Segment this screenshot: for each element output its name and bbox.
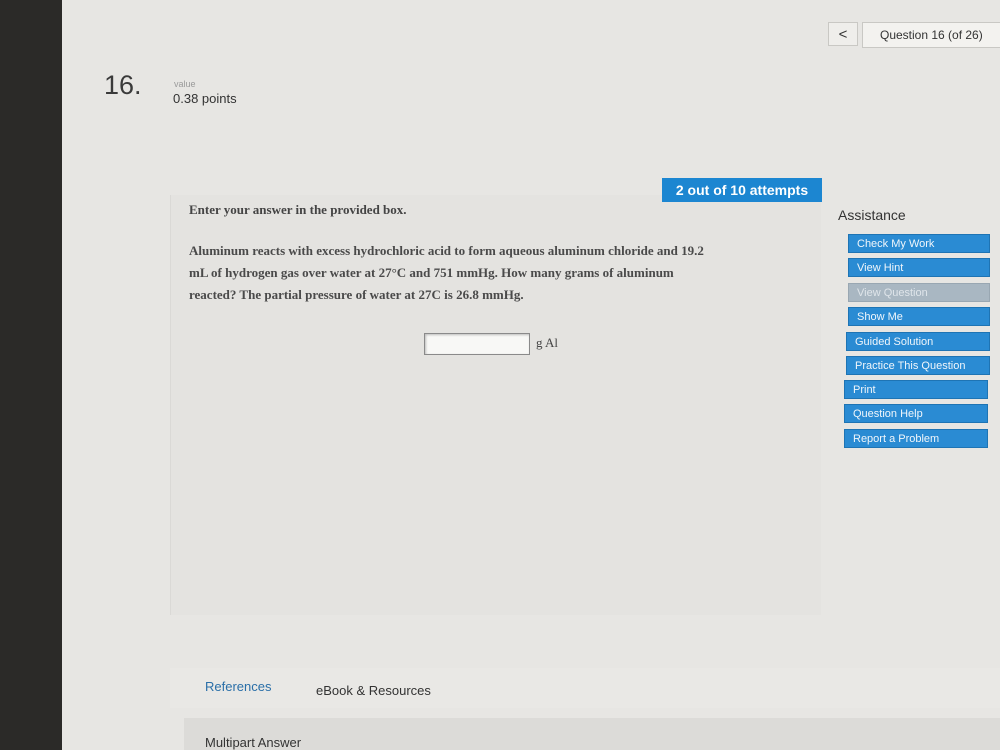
attempts-badge: 2 out of 10 attempts — [662, 178, 822, 202]
question-help-button[interactable]: Question Help — [844, 404, 988, 423]
multipart-answer-bar — [184, 718, 1000, 750]
chevron-left-icon: < — [838, 26, 848, 43]
guided-solution-button[interactable]: Guided Solution — [846, 332, 990, 351]
show-me-button[interactable]: Show Me — [848, 307, 990, 326]
practice-this-question-button[interactable]: Practice This Question — [846, 356, 990, 375]
question-number: 16. — [104, 70, 142, 100]
assistance-title: Assistance — [838, 207, 906, 223]
resource-tabs-bar — [170, 668, 1000, 708]
tab-references[interactable]: References — [205, 679, 271, 694]
report-a-problem-button[interactable]: Report a Problem — [844, 429, 988, 448]
top-navigation: < Question 16 (of 26) — [62, 0, 1000, 62]
answer-unit: g Al — [536, 335, 559, 350]
view-question-button: View Question — [848, 283, 990, 302]
question-line: reacted? The partial pressure of water a… — [189, 287, 524, 302]
question-line: mL of hydrogen gas over water at 27°C an… — [189, 265, 674, 280]
points-value: 0.38 points — [173, 91, 237, 106]
answer-input[interactable] — [424, 333, 530, 355]
question-line: Aluminum reacts with excess hydrochloric… — [189, 243, 704, 258]
tab-ebook-resources[interactable]: eBook & Resources — [316, 683, 431, 698]
check-my-work-button[interactable]: Check My Work — [848, 234, 990, 253]
previous-question-button[interactable]: < — [828, 22, 858, 46]
view-hint-button[interactable]: View Hint — [848, 258, 990, 277]
multipart-answer-label: Multipart Answer — [205, 735, 302, 750]
question-text: Aluminum reacts with excess hydrochloric… — [189, 240, 829, 306]
question-counter-dropdown[interactable]: Question 16 (of 26) — [862, 22, 1000, 48]
print-button[interactable]: Print — [844, 380, 988, 399]
value-label: value — [174, 79, 196, 89]
quiz-screen: < Question 16 (of 26) 16. value 0.38 poi… — [62, 0, 1000, 750]
instruction-text: Enter your answer in the provided box. — [189, 202, 407, 217]
